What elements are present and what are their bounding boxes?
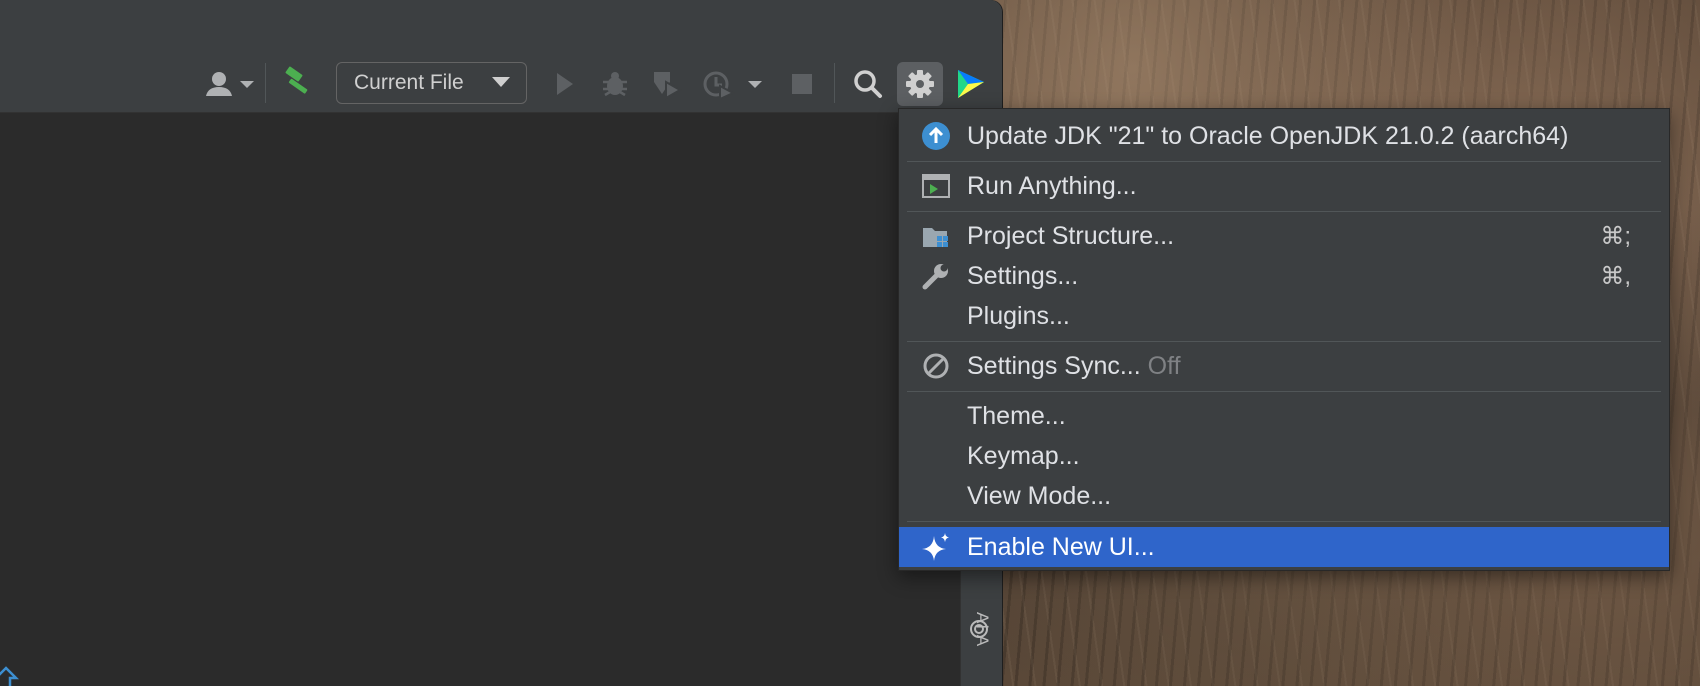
gear-icon — [906, 70, 934, 98]
menu-item-settings[interactable]: Settings... ⌘, — [899, 256, 1669, 296]
sparkle-icon — [921, 532, 951, 562]
menu-item-update-jdk[interactable]: Update JDK "21" to Oracle OpenJDK 21.0.2… — [899, 116, 1669, 156]
stop-button[interactable] — [788, 70, 816, 98]
coverage-button[interactable] — [648, 68, 684, 100]
run-icon — [557, 73, 573, 95]
menu-item-keymap[interactable]: Keymap... — [899, 436, 1669, 476]
menu-item-view-mode[interactable]: View Mode... — [899, 476, 1669, 516]
menu-item-label: Theme... — [967, 402, 1066, 430]
project-structure-icon — [921, 221, 951, 251]
menu-item-label: Settings Sync... — [967, 352, 1141, 380]
account-icon — [206, 72, 254, 96]
menu-item-enable-new-ui[interactable]: Enable New UI... — [899, 527, 1669, 567]
debug-button[interactable] — [598, 68, 632, 100]
menu-divider — [907, 391, 1661, 392]
menu-item-project-structure[interactable]: Project Structure... ⌘; — [899, 216, 1669, 256]
build-button[interactable] — [280, 64, 316, 100]
account-button[interactable] — [202, 68, 258, 100]
editor-area[interactable] — [0, 113, 960, 686]
menu-divider — [907, 521, 1661, 522]
menu-item-label: Run Anything... — [967, 172, 1137, 200]
menu-item-label: Keymap... — [967, 442, 1080, 470]
menu-item-label: Settings... — [967, 262, 1079, 290]
run-config-label: Current File — [354, 71, 464, 94]
toolbar-separator — [265, 63, 266, 103]
run-button[interactable] — [548, 68, 580, 100]
stop-icon — [792, 74, 812, 94]
run-configuration-dropdown[interactable]: Current File — [336, 62, 527, 104]
debug-icon — [603, 72, 627, 97]
menu-divider — [907, 341, 1661, 342]
profile-button[interactable] — [700, 68, 770, 100]
search-icon — [854, 70, 882, 98]
chevron-down-icon — [492, 77, 510, 87]
arrow-up-icon — [0, 666, 20, 686]
toolbox-icon — [958, 70, 984, 98]
menu-item-label: View Mode... — [967, 482, 1112, 510]
run-anything-icon — [921, 171, 951, 201]
menu-item-run-anything[interactable]: Run Anything... — [899, 166, 1669, 206]
menu-item-label: Enable New UI... — [967, 533, 1155, 561]
menu-item-settings-sync[interactable]: Settings Sync... Off — [899, 346, 1669, 386]
update-arrow-icon — [921, 121, 951, 151]
menu-divider — [907, 211, 1661, 212]
menu-divider — [907, 161, 1661, 162]
toolbar-separator — [834, 63, 835, 103]
title-bar — [0, 0, 1002, 54]
menu-item-plugins[interactable]: Plugins... — [899, 296, 1669, 336]
settings-popup-menu: Update JDK "21" to Oracle OpenJDK 21.0.2… — [898, 108, 1670, 571]
profile-icon — [703, 71, 762, 100]
menu-item-shortcut: ⌘; — [1600, 223, 1631, 250]
wrench-icon — [921, 261, 951, 291]
settings-gear-button[interactable] — [897, 62, 943, 106]
toolbox-button[interactable] — [954, 66, 990, 102]
menu-item-label: Project Structure... — [967, 222, 1175, 250]
menu-item-label: Plugins... — [967, 302, 1070, 330]
menu-item-shortcut: ⌘, — [1600, 263, 1631, 290]
settings-sync-status: Off — [1147, 352, 1181, 380]
hammer-icon — [285, 66, 308, 94]
menu-item-theme[interactable]: Theme... — [899, 396, 1669, 436]
search-button[interactable] — [850, 66, 886, 102]
ai-assistant-tab-label[interactable]: AI A — [972, 612, 992, 647]
disabled-icon — [921, 351, 951, 381]
menu-item-label: Update JDK "21" to Oracle OpenJDK 21.0.2… — [967, 122, 1569, 150]
coverage-icon — [654, 72, 683, 100]
